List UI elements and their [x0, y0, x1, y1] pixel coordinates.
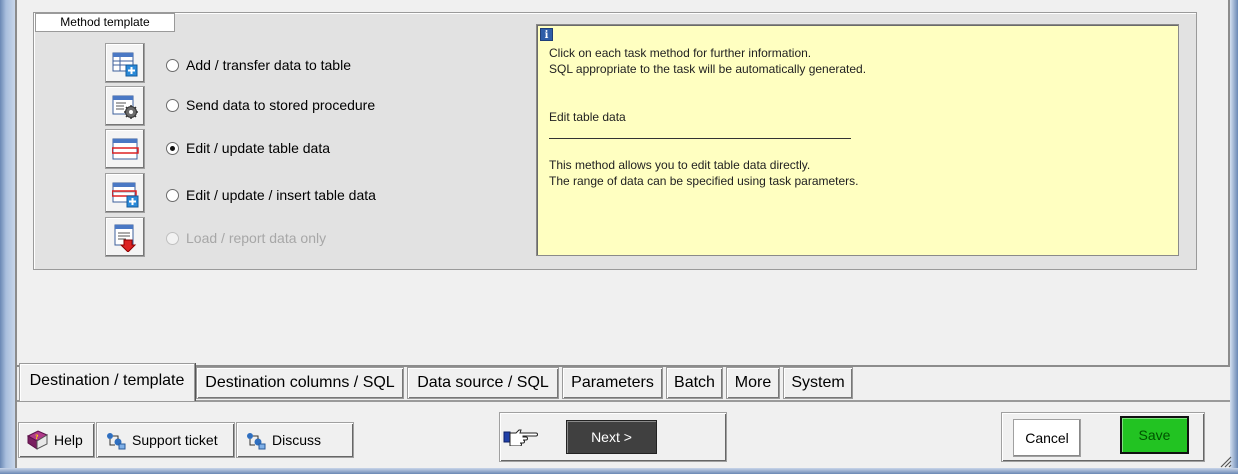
edit-update-icon-button[interactable] — [105, 129, 145, 169]
method-template-label: Method template — [35, 13, 175, 32]
table-edit-insert-icon — [112, 182, 139, 208]
method-info-panel: i Click on each task method for further … — [536, 24, 1179, 256]
cancel-button[interactable]: Cancel — [1013, 419, 1081, 457]
load-report-icon-button[interactable] — [105, 217, 145, 257]
support-network-icon — [107, 433, 126, 450]
method-option-add-transfer[interactable]: Add / transfer data to table — [166, 55, 351, 75]
support-ticket-button[interactable]: Support ticket — [96, 422, 235, 458]
window-left-border — [0, 0, 15, 474]
tab-system[interactable]: System — [783, 367, 853, 399]
method-label: Load / report data only — [186, 230, 327, 246]
discuss-label: Discuss — [272, 432, 322, 448]
save-button[interactable]: Save — [1120, 416, 1189, 454]
radio-edit-update-insert[interactable] — [166, 188, 179, 202]
info-line-1: Click on each task method for further in… — [549, 46, 812, 60]
stored-procedure-icon-button[interactable] — [105, 86, 145, 126]
svg-text:?: ? — [35, 434, 39, 441]
method-label: Add / transfer data to table — [186, 57, 351, 73]
window-right-border — [1230, 0, 1238, 474]
info-icon: i — [540, 28, 553, 41]
tab-data-source-sql[interactable]: Data source / SQL — [407, 367, 559, 399]
radio-edit-update[interactable] — [166, 141, 179, 155]
method-label: Send data to stored procedure — [186, 97, 376, 113]
help-book-icon: ? — [26, 430, 49, 450]
radio-stored-procedure[interactable] — [166, 98, 179, 112]
next-button[interactable]: Next > — [566, 420, 657, 454]
pointing-hand-icon — [503, 428, 539, 451]
window-bottom-border — [0, 468, 1238, 474]
info-desc-2: The range of data can be specified using… — [549, 174, 859, 188]
discuss-network-icon — [247, 433, 266, 450]
tab-batch[interactable]: Batch — [666, 367, 723, 399]
method-option-edit-update[interactable]: Edit / update table data — [166, 138, 330, 158]
tab-parameters[interactable]: Parameters — [562, 367, 663, 399]
table-add-icon — [112, 52, 138, 77]
info-divider — [549, 138, 851, 139]
method-label: Edit / update table data — [186, 140, 330, 156]
tab-more[interactable]: More — [726, 367, 780, 399]
report-load-icon — [114, 224, 137, 252]
method-label: Edit / update / insert table data — [186, 187, 376, 203]
info-desc-1: This method allows you to edit table dat… — [549, 158, 811, 172]
radio-load-report — [166, 231, 179, 245]
info-line-2: SQL appropriate to the task will be auto… — [549, 62, 867, 76]
info-selected-title: Edit table data — [549, 110, 626, 124]
method-option-stored-procedure[interactable]: Send data to stored procedure — [166, 95, 375, 115]
support-ticket-label: Support ticket — [132, 432, 218, 448]
method-option-load-report: Load / report data only — [166, 228, 326, 248]
tab-destination-columns-sql[interactable]: Destination columns / SQL — [196, 367, 404, 399]
method-option-edit-update-insert[interactable]: Edit / update / insert table data — [166, 185, 376, 205]
edit-update-insert-icon-button[interactable] — [105, 173, 145, 213]
resize-grip[interactable] — [1218, 454, 1232, 468]
table-edit-icon — [112, 138, 139, 160]
tab-destination-template[interactable]: Destination / template — [19, 363, 195, 401]
radio-add-transfer[interactable] — [166, 58, 179, 72]
procedure-gear-icon — [112, 95, 138, 119]
add-transfer-icon-button[interactable] — [105, 43, 145, 83]
help-button[interactable]: ? Help — [18, 422, 95, 458]
help-label: Help — [54, 432, 83, 448]
discuss-button[interactable]: Discuss — [236, 422, 354, 458]
tab-strip-line — [17, 400, 1230, 402]
